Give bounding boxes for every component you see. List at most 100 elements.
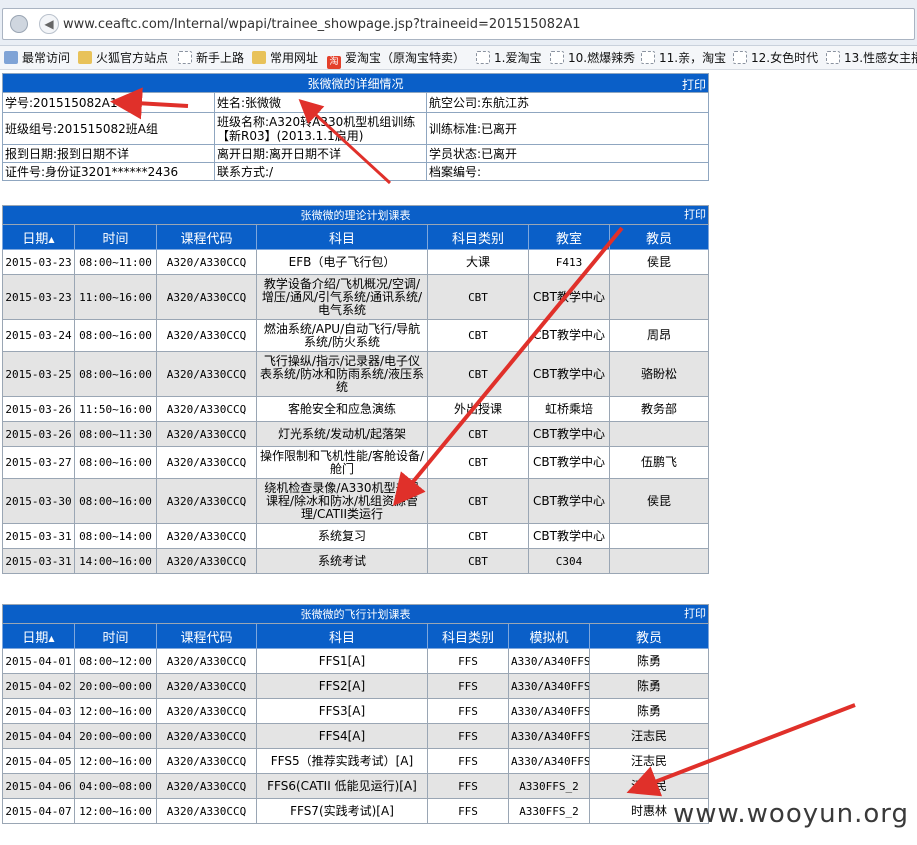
theory-cell-date: 2015-03-30	[2, 478, 75, 524]
theory-print-link[interactable]: 打印	[684, 208, 706, 221]
flight-cell-subject: FFS6(CATII 低能见运行)[A]	[256, 773, 428, 799]
flight-cell-course-code: A320/A330CCQ	[156, 698, 257, 724]
address-bar[interactable]: ◀ www.ceaftc.com/Internal/wpapi/trainee_…	[2, 8, 915, 40]
sort-ascending-icon[interactable]: ▲	[48, 634, 54, 643]
bookmark-firefox-site[interactable]: 火狐官方站点	[78, 50, 168, 66]
theory-cell-subject: 绕机检查录像/A330机型差异课程/除冰和防冰/机组资源管理/CATII类运行	[256, 478, 428, 524]
flight-cell-room: A330/A340FFS	[508, 698, 590, 724]
flight-cell-time: 08:00~12:00	[74, 648, 157, 674]
flight-cell-instructor: 陈勇	[588, 698, 710, 724]
page-icon	[826, 51, 840, 64]
flight-cell-subject-type: FFS	[427, 723, 509, 749]
theory-cell-subject-type: 大课	[427, 249, 529, 275]
flight-cell-subject-type: FFS	[427, 798, 509, 824]
bookmarks-bar: 最常访问 火狐官方站点 新手上路 常用网址 淘爱淘宝（原淘宝特卖） 1.爱淘宝 …	[0, 46, 917, 70]
theory-header-date[interactable]: 日期▲	[2, 224, 75, 250]
flight-cell-course-code: A320/A330CCQ	[156, 648, 257, 674]
theory-header-label: 时间	[102, 231, 129, 247]
page-icon	[178, 51, 192, 64]
taobao-icon: 淘	[327, 56, 341, 69]
flight-header-room: 模拟机	[508, 623, 590, 649]
theory-cell-date: 2015-03-26	[2, 396, 75, 422]
flight-header-label: 科目	[328, 630, 355, 646]
url-bar-area: ◀ www.ceaftc.com/Internal/wpapi/trainee_…	[0, 0, 917, 46]
flight-cell-time: 12:00~16:00	[74, 748, 157, 774]
flight-header-date[interactable]: 日期▲	[2, 623, 75, 649]
contact: 联系方式:/	[214, 162, 427, 181]
theory-cell-date: 2015-03-23	[2, 274, 75, 320]
flight-cell-subject: FFS5（推荐实践考试）[A]	[256, 748, 428, 774]
theory-cell-room: C304	[528, 548, 610, 574]
theory-title: 张微微的理论计划课表	[300, 208, 411, 222]
bookmark-common-sites[interactable]: 常用网址	[252, 50, 318, 66]
bookmark-ai-taobao[interactable]: 淘爱淘宝（原淘宝特卖）	[327, 50, 465, 69]
theory-header-subject: 科目	[256, 224, 428, 250]
flight-cell-subject-type: FFS	[427, 773, 509, 799]
table-row: 2015-03-24 08:00~16:00 A320/A330CCQ 燃油系统/AP…	[2, 319, 710, 352]
sort-ascending-icon[interactable]: ▲	[48, 235, 54, 244]
trainee-name: 姓名:张微微	[214, 92, 427, 113]
table-row: 2015-04-01 08:00~12:00 A320/A330CCQ FFS1[A]…	[2, 648, 710, 674]
flight-header-subject: 科目	[256, 623, 428, 649]
flight-cell-date: 2015-04-02	[2, 673, 75, 699]
theory-cell-subject-type: CBT	[427, 274, 529, 320]
flight-cell-course-code: A320/A330CCQ	[156, 723, 257, 749]
back-arrow-icon[interactable]: ◀	[39, 14, 59, 34]
theory-cell-time: 08:00~16:00	[74, 351, 157, 397]
theory-cell-subject: 教学设备介绍/飞机概况/空调/增压/通风/引气系统/通讯系统/电气系统	[256, 274, 428, 320]
theory-cell-instructor: 侯昆	[608, 249, 710, 275]
theory-cell-time: 08:00~14:00	[74, 523, 157, 549]
theory-cell-course-code: A320/A330CCQ	[156, 446, 257, 479]
flight-cell-date: 2015-04-05	[2, 748, 75, 774]
table-row: 2015-03-23 08:00~11:00 A320/A330CCQ EFB（电子飞…	[2, 249, 710, 275]
flight-cell-date: 2015-04-03	[2, 698, 75, 724]
table-row: 2015-04-02 20:00~00:00 A320/A330CCQ FFS2[A]…	[2, 673, 710, 699]
detail-print-link[interactable]: 打印	[682, 76, 706, 92]
flight-header-label: 教员	[636, 630, 663, 646]
trainee-status: 学员状态:已离开	[426, 144, 709, 163]
theory-header-label: 教员	[646, 231, 673, 247]
flight-cell-date: 2015-04-04	[2, 723, 75, 749]
theory-header-room: 教室	[528, 224, 610, 250]
flight-cell-time: 12:00~16:00	[74, 798, 157, 824]
detail-title: 张微微的详细情况	[307, 76, 404, 91]
class-code: 班级组号:201515082班A组	[2, 112, 215, 145]
theory-cell-date: 2015-03-25	[2, 351, 75, 397]
detail-title-cell: 张微微的详细情况 打印	[2, 73, 709, 93]
flight-cell-time: 20:00~00:00	[74, 673, 157, 699]
theory-cell-time: 08:00~11:00	[74, 249, 157, 275]
flight-cell-instructor: 汪志民	[588, 773, 710, 799]
theory-cell-subject-type: CBT	[427, 548, 529, 574]
theory-cell-course-code: A320/A330CCQ	[156, 478, 257, 524]
flight-cell-subject: FFS3[A]	[256, 698, 428, 724]
table-row: 2015-04-04 20:00~00:00 A320/A330CCQ FFS4[A]…	[2, 723, 710, 749]
flight-title-cell: 张微微的飞行计划课表 打印	[1, 604, 710, 624]
flight-print-link[interactable]: 打印	[684, 607, 706, 620]
theory-cell-subject-type: CBT	[427, 351, 529, 397]
theory-cell-instructor	[608, 421, 710, 447]
flight-header-time: 时间	[74, 623, 157, 649]
theory-cell-subject-type: 外出授课	[427, 396, 529, 422]
bookmark-13[interactable]: 13.性感女主播	[826, 50, 917, 66]
theory-cell-date: 2015-03-27	[2, 446, 75, 479]
theory-cell-instructor	[608, 274, 710, 320]
bookmark-getting-started[interactable]: 新手上路	[178, 50, 244, 66]
theory-cell-instructor: 侯昆	[608, 478, 710, 524]
flight-cell-instructor: 汪志民	[588, 723, 710, 749]
page-content: 张微微的详细情况 打印 学号:201515082A1 姓名:张微微 航空公司:东…	[0, 71, 917, 845]
bookmark-11[interactable]: 11.亲，淘宝	[641, 50, 726, 66]
theory-cell-course-code: A320/A330CCQ	[156, 249, 257, 275]
table-row: 2015-04-06 04:00~08:00 A320/A330CCQ FFS6(CA…	[2, 773, 710, 799]
theory-cell-course-code: A320/A330CCQ	[156, 274, 257, 320]
bookmark-12[interactable]: 12.女色时代	[733, 50, 818, 66]
url-text[interactable]: www.ceaftc.com/Internal/wpapi/trainee_sh…	[63, 17, 581, 32]
flight-cell-room: A330FFS_2	[508, 773, 590, 799]
theory-cell-subject-type: CBT	[427, 478, 529, 524]
watermark: www.wooyun.org	[672, 799, 909, 829]
theory-cell-course-code: A320/A330CCQ	[156, 523, 257, 549]
theory-cell-time: 08:00~16:00	[74, 478, 157, 524]
flight-cell-room: A330FFS_2	[508, 798, 590, 824]
bookmark-most-visited[interactable]: 最常访问	[4, 50, 70, 66]
bookmark-1[interactable]: 1.爱淘宝	[476, 50, 541, 66]
bookmark-10[interactable]: 10.燃爆辣秀	[550, 50, 635, 66]
